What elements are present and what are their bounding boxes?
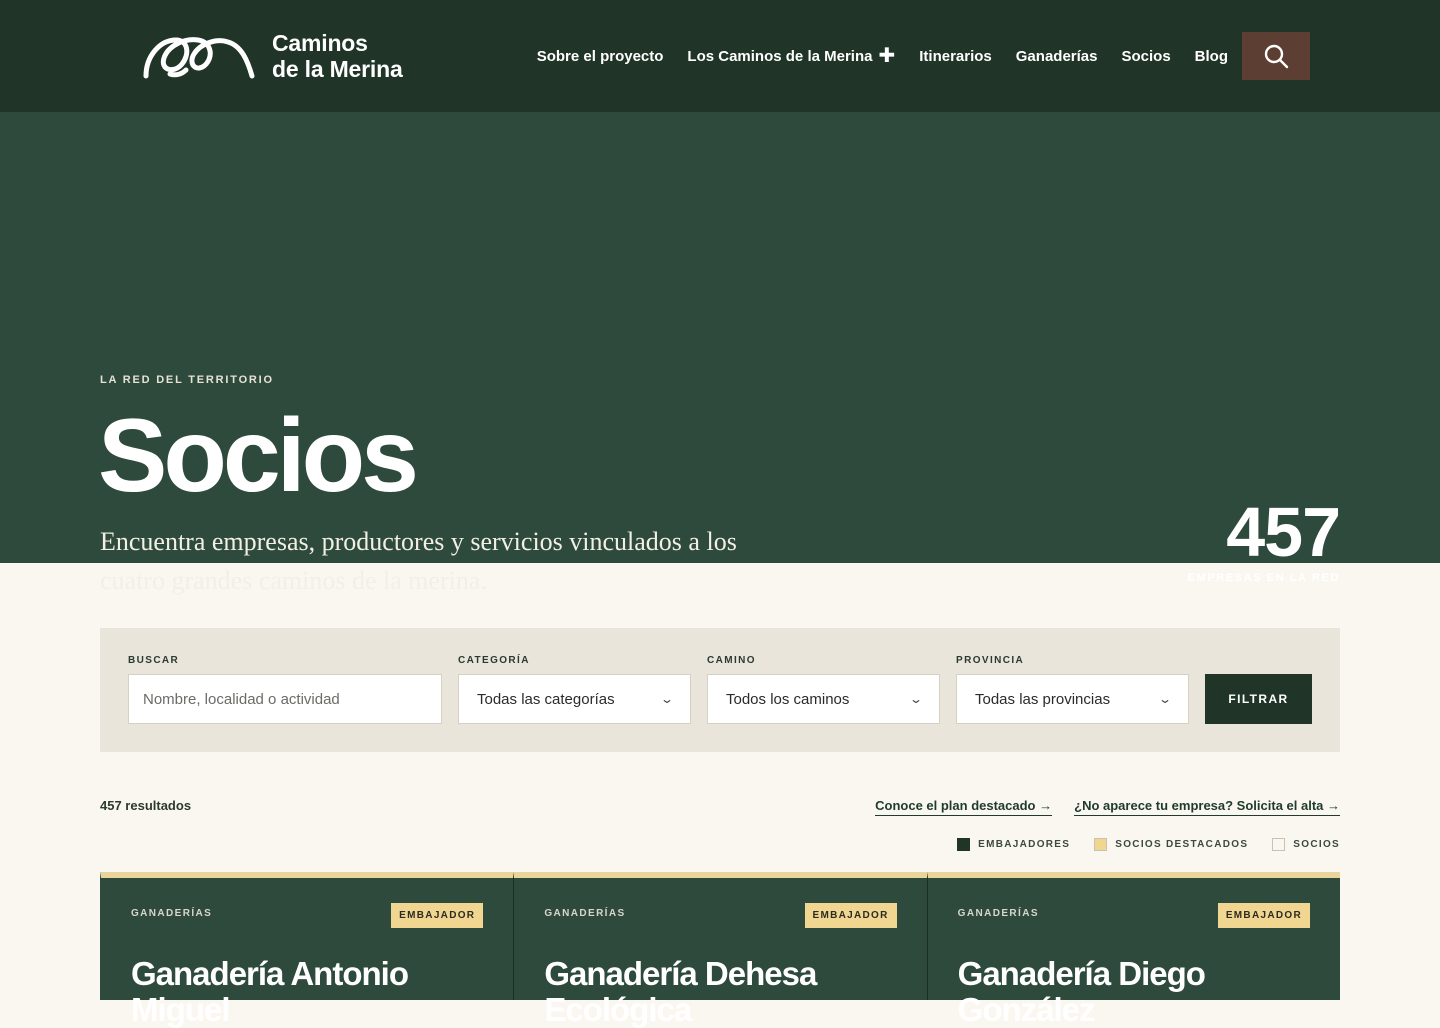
card-category: GANADERÍAS <box>131 908 213 919</box>
category-value: Todas las categorías <box>477 690 615 708</box>
category-select[interactable]: Todas las categorías ⌄ <box>458 674 691 724</box>
logo-mark-icon <box>143 37 255 79</box>
road-select[interactable]: Todos los caminos ⌄ <box>707 674 940 724</box>
search-field: BUSCAR <box>128 655 442 724</box>
nav-item-ganaderias[interactable]: Ganaderías <box>1016 48 1098 65</box>
nav-label: Blog <box>1194 47 1228 65</box>
main-nav: Sobre el proyecto Los Caminos de la Meri… <box>513 32 1310 80</box>
legend-swatch <box>1272 838 1286 851</box>
status-badge: EMBAJADOR <box>391 903 484 928</box>
signup-link[interactable]: ¿No aparece tu empresa? Solicita el alta… <box>1074 798 1340 816</box>
search-input[interactable] <box>128 674 442 724</box>
road-value: Todos los caminos <box>726 690 850 708</box>
legend-item-socios: SOCIOS <box>1272 838 1340 851</box>
legend-label: EMBAJADORES <box>978 839 1071 850</box>
nav-item-blog[interactable]: Blog <box>1195 48 1228 65</box>
member-card[interactable]: GANADERÍAS EMBAJADOR Ganadería Diego Gon… <box>926 872 1340 1028</box>
legend-label: SOCIOS <box>1293 839 1340 850</box>
site-logo[interactable]: Caminos de la Merina <box>142 30 403 82</box>
filter-button[interactable]: FILTRAR <box>1205 674 1312 724</box>
hero-stat: 457 EMPRESAS EN LA RED <box>1187 492 1341 584</box>
card-title: Ganadería Antonio Miguel <box>131 955 409 1028</box>
hero: LA RED DEL TERRITORIO Socios Encuentra e… <box>0 112 1440 595</box>
featured-plan-link[interactable]: Conoce el plan destacado → <box>875 798 1053 816</box>
nav-label: Sobre el proyecto <box>536 47 664 65</box>
page-title: Socios <box>98 398 419 514</box>
search-button[interactable] <box>1242 32 1310 80</box>
category-label: CATEGORÍA <box>458 655 530 666</box>
site-header: Caminos de la Merina Sobre el proyecto L… <box>0 0 1440 112</box>
logo-line-1: Caminos <box>272 30 368 56</box>
results-grid: GANADERÍAS EMBAJADOR Ganadería Antonio M… <box>100 872 1340 1028</box>
logo-line-2: de la Merina <box>272 56 403 82</box>
legend-swatch <box>957 838 971 851</box>
chevron-down-icon: ⌄ <box>659 692 675 706</box>
search-label: BUSCAR <box>128 655 180 666</box>
nav-label: Itinerarios <box>919 47 992 65</box>
stat-label: EMPRESAS EN LA RED <box>1187 572 1340 584</box>
nav-item-sobre[interactable]: Sobre el proyecto <box>537 48 664 65</box>
hero-description: Encuentra empresas, productores y servic… <box>100 527 737 595</box>
legend-item-destacados: SOCIOS DESTACADOS <box>1094 838 1248 851</box>
province-field: PROVINCIA Todas las provincias ⌄ <box>956 655 1189 724</box>
nav-label: Socios <box>1121 47 1171 65</box>
card-category: GANADERÍAS <box>544 908 626 919</box>
card-category: GANADERÍAS <box>957 908 1039 919</box>
stat-number: 457 <box>1226 493 1341 571</box>
road-field: CAMINO Todos los caminos ⌄ <box>707 655 940 724</box>
legend-item-embajadores: EMBAJADORES <box>957 838 1070 851</box>
nav-item-socios[interactable]: Socios <box>1121 48 1170 65</box>
nav-label: Ganaderías <box>1015 47 1098 65</box>
logo-text: Caminos de la Merina <box>272 30 403 82</box>
status-badge: EMBAJADOR <box>804 903 897 928</box>
chevron-down-icon: ⌄ <box>1157 692 1173 706</box>
results-count: 457 resultados <box>100 798 192 813</box>
province-label: PROVINCIA <box>956 655 1025 666</box>
card-title: Ganadería Diego González <box>957 955 1206 1028</box>
plus-icon: ✚ <box>878 44 896 67</box>
legend: EMBAJADORES SOCIOS DESTACADOS SOCIOS <box>957 838 1340 851</box>
member-card[interactable]: GANADERÍAS EMBAJADOR Ganadería Dehesa Ec… <box>513 872 927 1028</box>
card-title: Ganadería Dehesa Ecológica <box>544 955 817 1028</box>
hero-eyebrow: LA RED DEL TERRITORIO <box>100 374 274 386</box>
province-value: Todas las provincias <box>975 690 1111 708</box>
member-card[interactable]: GANADERÍAS EMBAJADOR Ganadería Antonio M… <box>100 872 514 1028</box>
chevron-down-icon: ⌄ <box>908 692 924 706</box>
road-label: CAMINO <box>707 655 756 666</box>
filter-panel: BUSCAR CATEGORÍA Todas las categorías ⌄ … <box>100 628 1340 752</box>
legend-swatch <box>1094 838 1108 851</box>
status-badge: EMBAJADOR <box>1217 903 1310 928</box>
nav-item-caminos[interactable]: Los Caminos de la Merina ✚ <box>687 44 896 67</box>
category-field: CATEGORÍA Todas las categorías ⌄ <box>458 655 691 724</box>
province-select[interactable]: Todas las provincias ⌄ <box>956 674 1189 724</box>
nav-item-itinerarios[interactable]: Itinerarios <box>919 48 992 65</box>
legend-label: SOCIOS DESTACADOS <box>1115 839 1249 850</box>
results-links: Conoce el plan destacado → ¿No aparece t… <box>875 798 1340 816</box>
nav-label: Los Caminos de la Merina <box>687 47 873 65</box>
search-icon <box>1264 44 1289 69</box>
